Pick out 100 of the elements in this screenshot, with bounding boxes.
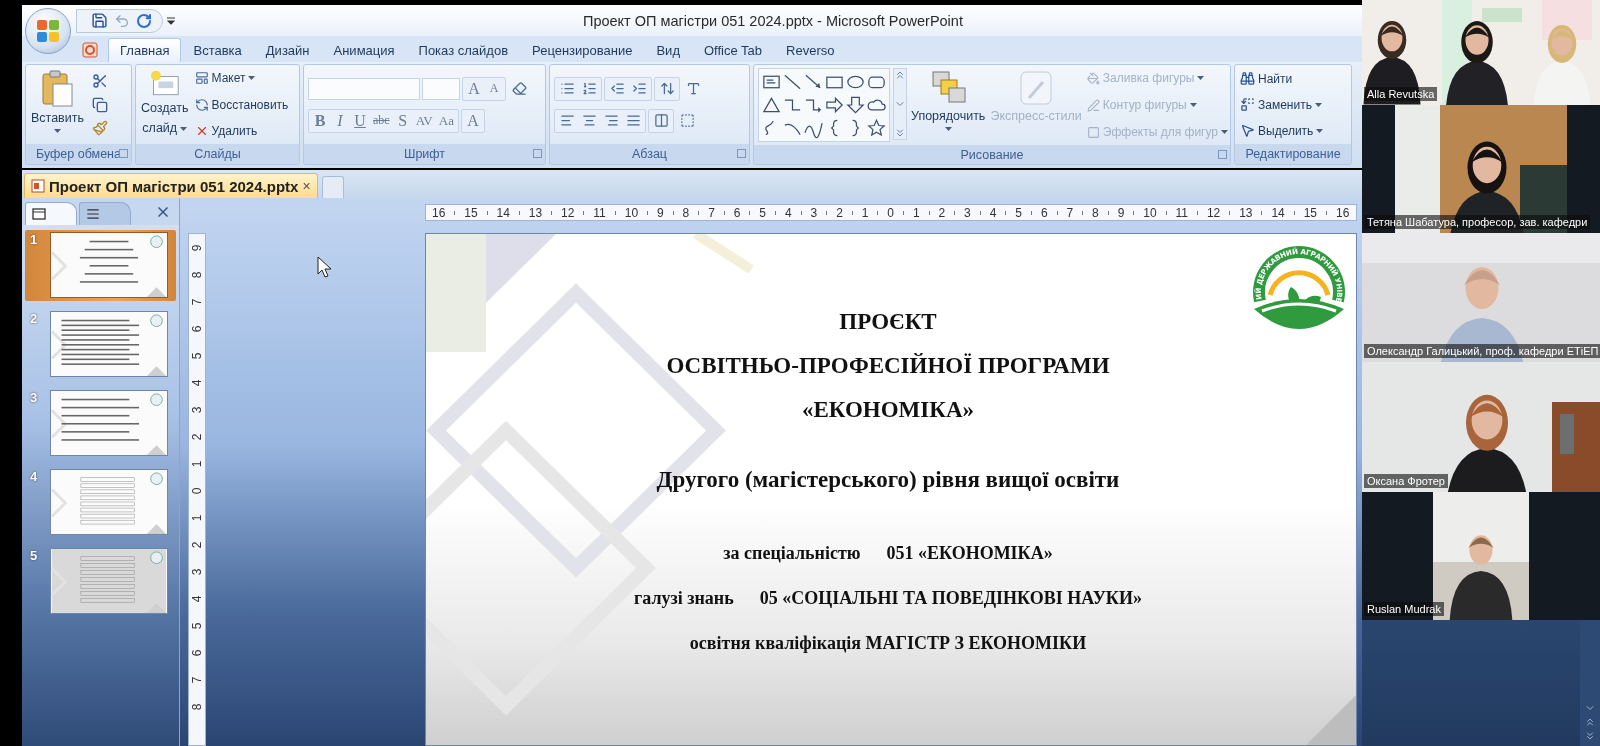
close-tab-button[interactable]: × (302, 178, 311, 194)
find-button[interactable]: Найти (1239, 70, 1325, 87)
slides-tab[interactable] (25, 202, 77, 225)
ribbon-tab[interactable]: Office Tab (692, 38, 775, 62)
slide-subtitle: Другого (магістерського) рівня вищої освіти (656, 466, 1120, 494)
customize-toolbar-icon[interactable] (167, 16, 175, 25)
ribbon-tab[interactable]: Главная (108, 38, 182, 62)
replace-button[interactable]: Заменить (1239, 96, 1325, 113)
slide-number: 2 (30, 311, 39, 326)
font-size-field[interactable] (422, 77, 460, 100)
scroll-top-icon[interactable] (1584, 716, 1596, 728)
office-button[interactable] (25, 8, 71, 54)
ribbon-tab[interactable]: Рецензирование (520, 38, 645, 62)
format-painter-icon[interactable] (92, 120, 108, 136)
ruler-number: 0 (190, 487, 204, 494)
caret-icon (944, 127, 952, 131)
align-right-icon[interactable] (603, 113, 619, 128)
ruler-number: 3 (190, 406, 204, 413)
scrollbar[interactable] (1580, 620, 1600, 746)
scroll-bottom-icon[interactable] (1584, 730, 1596, 742)
font-color-button[interactable]: A (462, 109, 483, 132)
slide-thumbnail[interactable] (50, 311, 168, 377)
slide-thumbnail[interactable] (50, 232, 168, 298)
ruler-number: 15 (1303, 205, 1318, 220)
mouse-pointer-icon (1240, 123, 1255, 138)
slide-thumbnail[interactable] (50, 390, 168, 456)
numbering-icon[interactable] (581, 81, 597, 96)
ruler-number: 5 (1015, 205, 1022, 220)
ruler-number: 1 (190, 460, 204, 467)
justify-icon[interactable] (625, 113, 641, 128)
ruler-number: 1 (912, 205, 920, 220)
right-arrow-icon[interactable] (824, 94, 845, 116)
ribbon-tab[interactable]: Вставка (181, 38, 254, 62)
ruler-number: 9 (190, 244, 204, 251)
slide-number: 1 (30, 232, 39, 247)
format-button[interactable]: Aa (435, 109, 457, 132)
participant-name: Олександр Галицький, проф. кафедри ЕТіЕП (1364, 344, 1600, 358)
reset-button[interactable]: Восстановить (193, 96, 290, 113)
ribbon-tab[interactable]: Вид (644, 38, 692, 62)
format-button[interactable]: abc (370, 109, 393, 132)
ruler-number: 7 (190, 676, 204, 683)
slide-thumbnail[interactable] (50, 548, 168, 614)
copy-icon[interactable] (92, 96, 108, 113)
participant-name: Тетяна Шабатура, професор, зав. кафедри (1364, 215, 1591, 229)
slide-title: ОСВІТНЬО-ПРОФЕСІЙНОЇ ПРОГРАМИ (666, 352, 1110, 380)
format-button[interactable]: S (392, 109, 413, 132)
font-name-field[interactable] (308, 77, 420, 100)
format-button[interactable]: AV (412, 109, 436, 132)
ruler-number: 4 (989, 205, 997, 220)
close-pane-icon[interactable] (155, 204, 171, 220)
ruler-number: 15 (464, 205, 478, 220)
clear-formatting-icon[interactable] (511, 81, 527, 96)
redo-icon[interactable] (136, 12, 152, 29)
increase-indent-icon[interactable] (631, 81, 647, 96)
format-button[interactable]: B (310, 109, 330, 132)
office-tab-icon[interactable] (82, 42, 98, 58)
line-spacing-icon[interactable] (659, 81, 675, 96)
new-slide-button[interactable]: Создать слайд (140, 68, 190, 141)
group-label: Абзац (631, 147, 668, 161)
document-tab[interactable]: Проект ОП магістри 051 2024.pptx × (24, 173, 318, 198)
layout-button[interactable]: Макет (193, 70, 290, 86)
text-direction-icon[interactable] (685, 81, 701, 96)
arrange-button[interactable]: Упорядочить (910, 68, 987, 142)
ribbon-tab[interactable]: Дизайн (253, 38, 322, 62)
outline-tab[interactable] (79, 202, 131, 225)
ruler-number: 10 (624, 205, 639, 220)
columns-icon[interactable] (653, 113, 669, 128)
ruler-number: 4 (190, 595, 204, 602)
ruler-number: 4 (784, 205, 792, 220)
format-button[interactable]: I (330, 109, 350, 132)
align-center-icon[interactable] (581, 113, 597, 128)
select-button[interactable]: Выделить (1239, 122, 1325, 139)
ruler-number: 5 (190, 352, 204, 359)
delete-button[interactable]: Удалить (193, 123, 290, 139)
bullets-icon[interactable] (559, 81, 575, 96)
ruler-number: 10 (1143, 205, 1157, 220)
ruler-number: 3 (190, 568, 204, 575)
ruler-number: 2 (190, 433, 204, 440)
slide-thumbnail[interactable] (50, 469, 168, 535)
ribbon-tab[interactable]: Reverso (774, 38, 847, 62)
scroll-up-icon[interactable] (894, 69, 906, 81)
ribbon-tab[interactable]: Анимация (321, 38, 407, 62)
down-arrow-icon[interactable] (845, 94, 866, 116)
align-left-icon[interactable] (559, 113, 575, 128)
grow-font-button[interactable]: A (464, 77, 484, 100)
format-button[interactable]: U (350, 109, 370, 132)
paste-button[interactable]: Вставить (30, 68, 85, 141)
decrease-indent-icon[interactable] (609, 81, 625, 96)
office-logo-icon (35, 18, 61, 44)
save-icon[interactable] (91, 12, 108, 29)
group-label: Редактирование (1245, 147, 1341, 161)
ruler-number: 9 (656, 205, 664, 220)
ruler-number: 16 (1335, 205, 1350, 220)
ribbon-tab[interactable]: Показ слайдов (406, 38, 521, 62)
star-icon[interactable] (866, 117, 887, 139)
cut-icon[interactable] (92, 73, 108, 89)
ruler-number: 2 (836, 205, 843, 220)
ruler-number: 12 (561, 205, 575, 220)
shrink-font-button[interactable]: A (484, 77, 504, 100)
ruler-number: 6 (190, 325, 204, 332)
